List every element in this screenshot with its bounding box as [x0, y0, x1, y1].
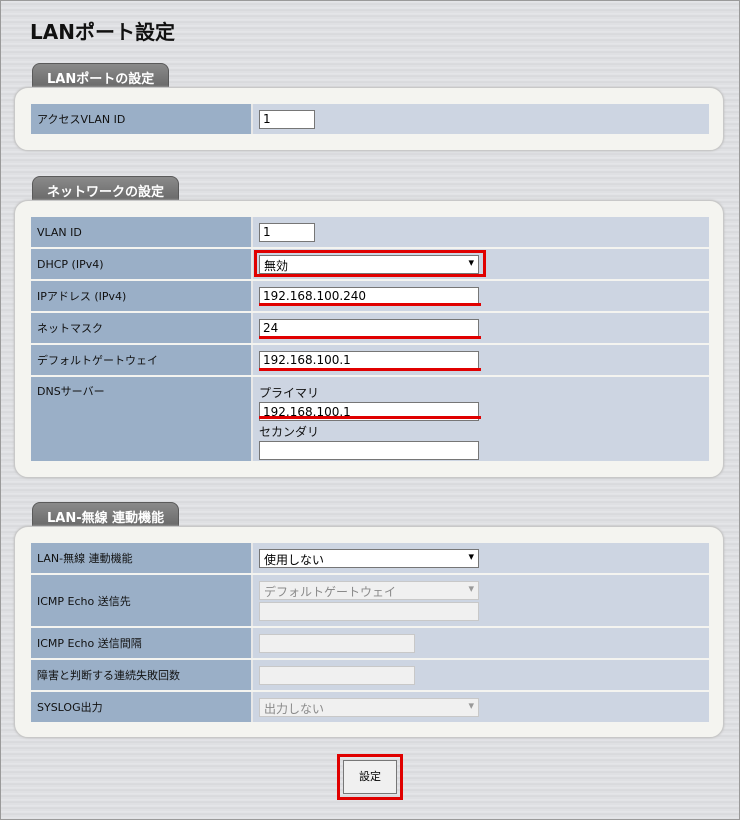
section-tab-lan-port: LANポートの設定 [32, 63, 170, 87]
syslog-select[interactable]: 出力しない ▾ [259, 697, 479, 717]
fail-count-input[interactable] [259, 665, 415, 685]
label-gateway: デフォルトゲートウェイ [31, 345, 253, 375]
link-function-select[interactable]: 使用しない ▾ [259, 548, 479, 568]
row-ip-address: IPアドレス (IPv4) [31, 281, 709, 311]
row-icmp-interval: ICMP Echo 送信間隔 [31, 628, 709, 658]
icmp-dest-select-value: デフォルトゲートウェイ [264, 584, 397, 599]
label-fail-count: 障害と判断する連続失敗回数 [31, 660, 253, 690]
chevron-down-icon: ▾ [468, 581, 474, 595]
panel-lan-wireless: LAN-無線 連動機能 使用しない ▾ ICMP Echo 送信先 デフォルトゲ… [14, 526, 724, 738]
label-ip-address: IPアドレス (IPv4) [31, 281, 253, 311]
link-function-select-value: 使用しない [264, 552, 325, 567]
dns-secondary-label: セカンダリ [259, 425, 320, 439]
gateway-underline [259, 368, 481, 371]
label-dhcp: DHCP (IPv4) [31, 249, 253, 279]
dns-primary-underline [259, 416, 481, 419]
row-link-function: LAN-無線 連動機能 使用しない ▾ [31, 543, 709, 573]
panel-lan-port: アクセスVLAN ID [14, 87, 724, 151]
label-icmp-dest: ICMP Echo 送信先 [31, 575, 253, 626]
dns-primary-label: プライマリ [259, 386, 320, 400]
label-dns: DNSサーバー [31, 377, 253, 461]
icmp-dest-select[interactable]: デフォルトゲートウェイ ▾ [259, 580, 479, 600]
label-netmask: ネットマスク [31, 313, 253, 343]
access-vlan-id-input[interactable] [259, 109, 315, 129]
netmask-input[interactable] [259, 318, 479, 338]
row-vlan-id: VLAN ID [31, 217, 709, 247]
netmask-underline [259, 336, 481, 339]
ip-address-underline [259, 303, 481, 306]
panel-network: VLAN ID DHCP (IPv4) 無効 ▾ IPアドレス (IPv4) ネ… [14, 200, 724, 478]
row-dns: DNSサーバー プライマリ セカンダリ [31, 377, 709, 461]
label-access-vlan-id: アクセスVLAN ID [31, 104, 253, 134]
row-access-vlan-id: アクセスVLAN ID [31, 104, 709, 134]
section-tab-network: ネットワークの設定 [32, 176, 180, 200]
submit-button[interactable]: 設定 [343, 760, 397, 794]
label-vlan-id: VLAN ID [31, 217, 253, 247]
row-icmp-dest: ICMP Echo 送信先 デフォルトゲートウェイ ▾ [31, 575, 709, 626]
section-tab-lan-wireless: LAN-無線 連動機能 [32, 502, 180, 526]
syslog-select-value: 出力しない [264, 701, 325, 716]
icmp-interval-input[interactable] [259, 633, 415, 653]
label-icmp-interval: ICMP Echo 送信間隔 [31, 628, 253, 658]
chevron-down-icon: ▾ [468, 549, 474, 563]
page-title: LANポート設定 [30, 20, 175, 44]
row-syslog: SYSLOG出力 出力しない ▾ [31, 692, 709, 722]
icmp-dest-input[interactable] [259, 601, 479, 621]
vlan-id-input[interactable] [259, 222, 315, 242]
dns-secondary-input[interactable] [259, 441, 479, 460]
label-syslog: SYSLOG出力 [31, 692, 253, 722]
label-link-function: LAN-無線 連動機能 [31, 543, 253, 573]
dhcp-highlight-box [254, 250, 486, 277]
chevron-down-icon: ▾ [468, 698, 474, 712]
gateway-input[interactable] [259, 350, 479, 370]
row-fail-count: 障害と判断する連続失敗回数 [31, 660, 709, 690]
